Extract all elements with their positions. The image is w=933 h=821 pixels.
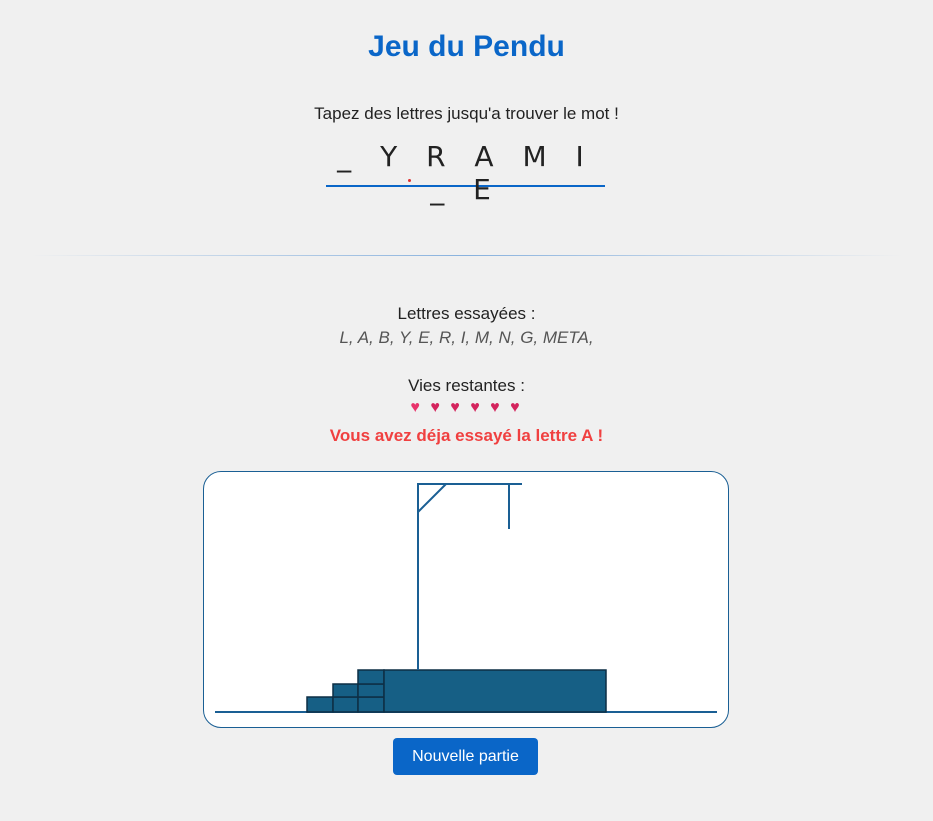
page-title: Jeu du Pendu bbox=[368, 30, 565, 63]
gallows-frame bbox=[417, 483, 522, 670]
instruction-text: Tapez des lettres jusqu'a trouver le mot… bbox=[314, 104, 619, 123]
broken-heart-icon: ♥ bbox=[430, 399, 443, 416]
broken-heart-icon: ♥ bbox=[470, 399, 483, 416]
warning-message: Vous avez déja essayé la lettre A ! bbox=[329, 426, 604, 445]
hangman-board bbox=[203, 471, 729, 728]
new-game-button[interactable]: Nouvelle partie bbox=[393, 738, 538, 775]
tried-letters-label: Lettres essayées : bbox=[397, 304, 536, 323]
broken-heart-icon: ♥ bbox=[490, 399, 503, 416]
broken-heart-icon: ♥ bbox=[450, 399, 463, 416]
gallows-platform bbox=[383, 669, 607, 713]
lives-label: Vies restantes : bbox=[408, 376, 525, 395]
lives-hearts: ♥ ♥ ♥ ♥ ♥ ♥ bbox=[0, 399, 933, 417]
heart-icon: ♥ bbox=[410, 399, 423, 416]
tried-letters-list: L, A, B, Y, E, R, I, M, N, G, META, bbox=[339, 328, 594, 347]
word-display: _ Y R A M I _ E bbox=[337, 140, 594, 206]
caret-marker bbox=[408, 179, 411, 182]
stairs bbox=[306, 669, 385, 713]
divider bbox=[30, 255, 903, 256]
gallows-drawing bbox=[215, 483, 717, 713]
word-input[interactable]: _ Y R A M I _ E bbox=[326, 140, 605, 206]
broken-heart-icon: ♥ bbox=[510, 399, 523, 416]
